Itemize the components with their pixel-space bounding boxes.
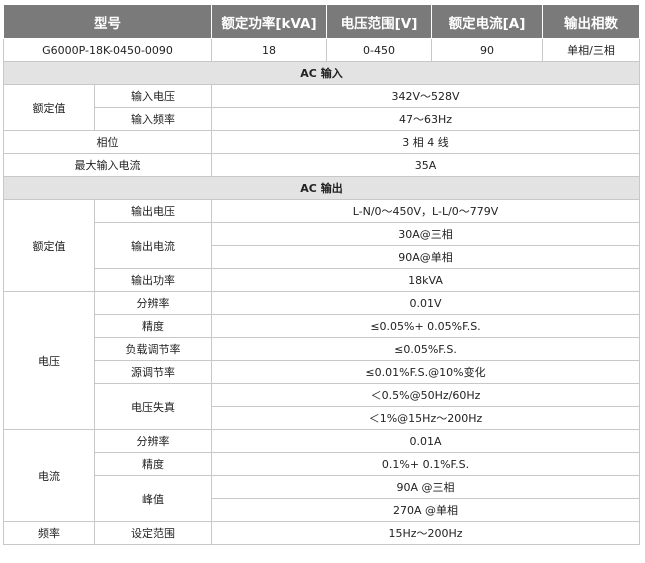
group-label: 频率 (3, 521, 95, 545)
row-value: ≤0.05%F.S. (211, 337, 640, 361)
row-value: ＜0.5%@50Hz/60Hz (211, 383, 640, 407)
header-phases: 输出相数 (542, 4, 640, 39)
phases-value: 单相/三相 (542, 38, 640, 62)
row-value: 0.1%+ 0.1%F.S. (211, 452, 640, 476)
section-title: AC 输出 (3, 176, 640, 200)
group-label: 额定值 (3, 199, 95, 292)
group-label: 电流 (3, 429, 95, 522)
table-row: 频率 设定范围 15Hz～200Hz (3, 521, 640, 545)
row-value: 90A @三相 (211, 475, 640, 499)
model-value: G6000P-18K-0450-0090 (3, 38, 212, 62)
table-row: 精度 ≤0.05%+ 0.05%F.S. (4, 314, 640, 338)
row-label: 输出电压 (94, 199, 212, 223)
row-label: 输入电压 (94, 84, 212, 108)
row-label: 电压失真 (94, 383, 212, 430)
row-label: 峰值 (94, 475, 212, 522)
table-row: 输入频率 47～63Hz (4, 107, 640, 131)
row-value: 15Hz～200Hz (211, 521, 640, 545)
section-title: AC 输入 (3, 61, 640, 85)
row-label: 输入频率 (94, 107, 212, 131)
voltage-range-value: 0-450 (326, 38, 432, 62)
table-row: 最大输入电流 35A (3, 153, 640, 177)
row-value: 0.01A (211, 429, 640, 453)
section-ac-output: AC 输出 (3, 176, 640, 200)
row-value: 342V～528V (211, 84, 640, 108)
row-label: 最大输入电流 (3, 153, 212, 177)
row-label: 相位 (3, 130, 212, 154)
group-label: 电压 (3, 291, 95, 430)
row-value: 270A @单相 (211, 498, 640, 522)
row-value: ≤0.05%+ 0.05%F.S. (211, 314, 640, 338)
group-label: 额定值 (3, 84, 95, 131)
table-row: 电流 分辨率 0.01A (3, 429, 640, 522)
table-row: 电压失真 ＜0.5%@50Hz/60Hz (4, 383, 640, 430)
row-value: 3 相 4 线 (211, 130, 640, 154)
row-value: 30A@三相 (211, 222, 640, 246)
table-row: 输出功率 18kVA (4, 268, 640, 292)
row-value: ＜1%@15Hz～200Hz (211, 406, 640, 430)
table-row: 源调节率 ≤0.01%F.S.@10%变化 (4, 360, 640, 384)
row-label: 负载调节率 (94, 337, 212, 361)
section-ac-input: AC 输入 (3, 61, 640, 85)
table-row: 精度 0.1%+ 0.1%F.S. (4, 452, 640, 476)
spec-table: 型号 额定功率[kVA] 电压范围[V] 额定电流[A] 输出相数 G6000P… (3, 4, 640, 545)
table-row: 负载调节率 ≤0.05%F.S. (4, 337, 640, 361)
row-label: 分辨率 (94, 291, 212, 315)
current-value: 90 (431, 38, 543, 62)
row-value: 18kVA (211, 268, 640, 292)
row-label: 输出功率 (94, 268, 212, 292)
row-label: 精度 (94, 314, 212, 338)
table-row: 峰值 90A @三相 (4, 475, 640, 522)
header-model: 型号 (3, 4, 212, 39)
model-row: G6000P-18K-0450-0090 18 0-450 90 单相/三相 (3, 38, 640, 62)
row-label: 分辨率 (94, 429, 212, 453)
row-value: 35A (211, 153, 640, 177)
row-value: 47～63Hz (211, 107, 640, 131)
table-row: 额定值 输入电压 342V～528V (3, 84, 640, 131)
row-label: 设定范围 (94, 521, 212, 545)
table-row: 输出电流 30A@三相 (4, 222, 640, 269)
header-voltage-range: 电压范围[V] (326, 4, 432, 39)
header-row: 型号 额定功率[kVA] 电压范围[V] 额定电流[A] 输出相数 (3, 4, 640, 39)
header-current: 额定电流[A] (431, 4, 543, 39)
row-value: 90A@单相 (211, 245, 640, 269)
row-value: L-N/0～450V，L-L/0～779V (211, 199, 640, 223)
table-row: 电压 分辨率 0.01V (3, 291, 640, 430)
table-row: 相位 3 相 4 线 (3, 130, 640, 154)
header-power: 额定功率[kVA] (211, 4, 327, 39)
row-label: 源调节率 (94, 360, 212, 384)
table-row: 额定值 输出电压 L-N/0～450V，L-L/0～779V (3, 199, 640, 292)
row-label: 输出电流 (94, 222, 212, 269)
power-value: 18 (211, 38, 327, 62)
row-label: 精度 (94, 452, 212, 476)
row-value: 0.01V (211, 291, 640, 315)
row-value: ≤0.01%F.S.@10%变化 (211, 360, 640, 384)
